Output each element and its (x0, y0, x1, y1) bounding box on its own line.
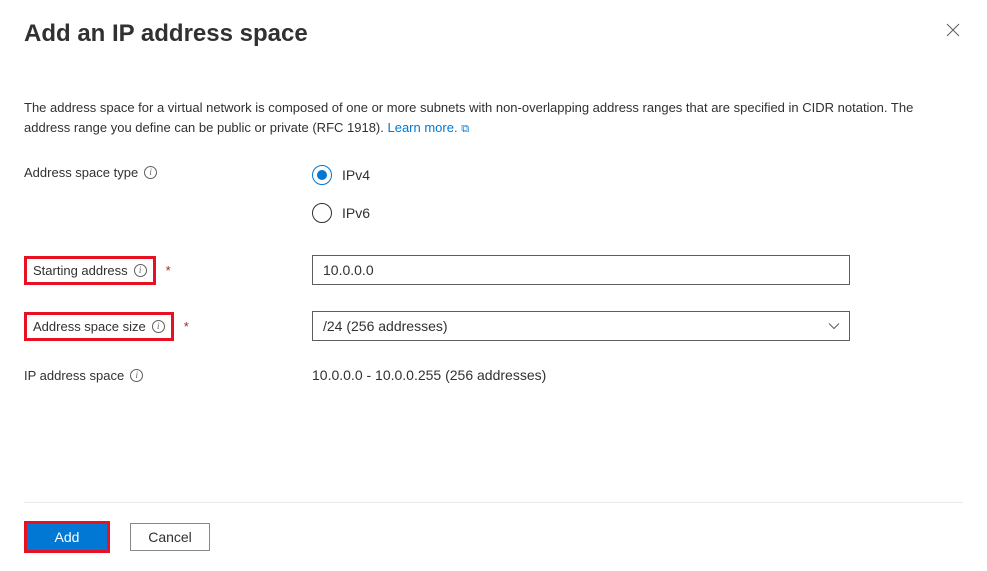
highlight-starting-address: Starting address i (24, 256, 156, 285)
learn-more-link[interactable]: Learn more. ⧉ (387, 120, 469, 135)
label-address-space-type: Address space type (24, 165, 138, 180)
close-icon (946, 23, 960, 37)
address-space-size-select[interactable]: /24 (256 addresses) (312, 311, 850, 341)
row-address-space-type: Address space type i IPv4 IPv6 (24, 165, 963, 223)
radio-ipv6-label: IPv6 (342, 205, 370, 221)
close-button[interactable] (943, 20, 963, 40)
page-title: Add an IP address space (24, 20, 308, 48)
learn-more-label: Learn more. (387, 120, 457, 135)
footer: Add Cancel (24, 502, 963, 553)
info-icon[interactable]: i (144, 166, 157, 179)
address-space-type-radio-group: IPv4 IPv6 (312, 165, 850, 223)
external-link-icon: ⧉ (461, 123, 469, 135)
label-ip-address-space: IP address space (24, 368, 124, 383)
starting-address-input[interactable] (312, 255, 850, 285)
info-icon[interactable]: i (130, 369, 143, 382)
highlight-address-space-size: Address space size i (24, 312, 174, 341)
radio-ipv4[interactable]: IPv4 (312, 165, 850, 185)
info-icon[interactable]: i (134, 264, 147, 277)
label-address-space-size: Address space size (33, 319, 146, 334)
info-icon[interactable]: i (152, 320, 165, 333)
label-starting-address: Starting address (33, 263, 128, 278)
required-asterisk: * (166, 263, 171, 278)
description-text: The address space for a virtual network … (24, 98, 944, 137)
radio-circle-icon (312, 203, 332, 223)
row-starting-address: Starting address i * (24, 255, 963, 285)
add-button[interactable]: Add (27, 524, 107, 550)
select-value: /24 (256 addresses) (323, 318, 448, 334)
cancel-button[interactable]: Cancel (130, 523, 210, 551)
required-asterisk: * (184, 319, 189, 334)
radio-ipv6[interactable]: IPv6 (312, 203, 850, 223)
row-ip-address-space: IP address space i 10.0.0.0 - 10.0.0.255… (24, 367, 963, 383)
highlight-add-button: Add (24, 521, 110, 553)
ip-address-space-value: 10.0.0.0 - 10.0.0.255 (256 addresses) (312, 367, 546, 383)
row-address-space-size: Address space size i * /24 (256 addresse… (24, 311, 963, 341)
footer-divider (24, 502, 963, 503)
radio-ipv4-label: IPv4 (342, 167, 370, 183)
radio-circle-icon (312, 165, 332, 185)
